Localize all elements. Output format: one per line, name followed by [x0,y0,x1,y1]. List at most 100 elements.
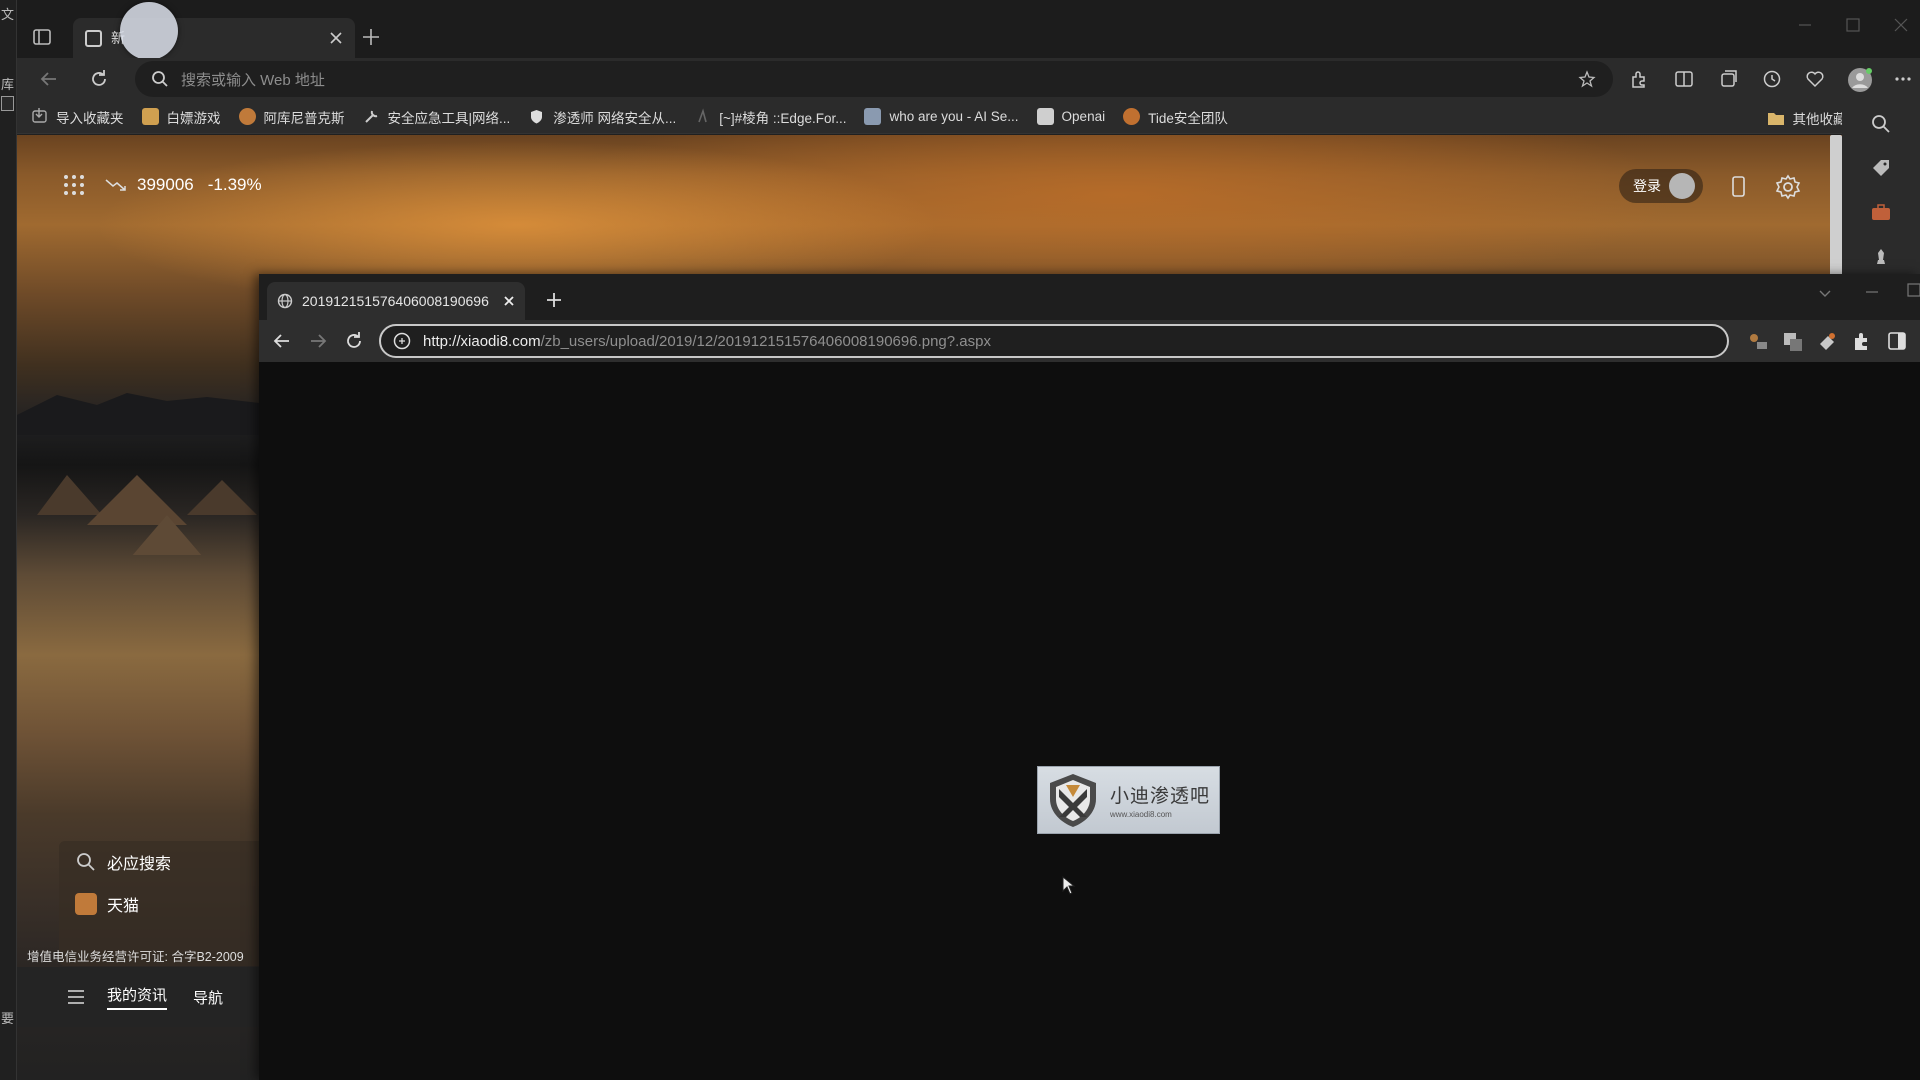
performance-heart-icon[interactable] [1803,67,1827,91]
logo-sub-text: www.xiaodi8.com [1110,810,1172,819]
search-icon [152,71,168,87]
landscape-background [17,393,277,555]
desktop-icon[interactable] [1,96,14,111]
desktop-char-2: 库 [1,78,15,93]
site-icon [238,108,256,125]
bookmark-label: who are you - AI Se... [889,109,1019,124]
collections-icon[interactable] [1717,67,1741,91]
chrome-active-tab[interactable]: 20191215157640600819069​6 [267,282,525,320]
ai-icon [864,108,882,125]
bookmark-label: 白嫖游戏 [166,110,221,126]
maximize-icon[interactable] [1906,282,1920,298]
edge-icon [698,108,708,123]
openai-icon [1036,108,1054,125]
bookmark-item[interactable]: 阿库尼普克斯 [238,107,345,127]
extension-key-icon[interactable] [1747,330,1769,352]
search-icon [77,853,95,871]
globe-icon [277,293,293,309]
quicklink-label: 必应搜索 [107,856,172,873]
bookmark-label: 阿库尼普克斯 [263,110,345,126]
history-icon[interactable] [1760,67,1784,91]
bookmark-label: [~]#棱角 ::Edge.For... [719,110,847,126]
side-panel-icon[interactable] [1886,330,1908,352]
translate-icon[interactable] [1782,330,1804,352]
minimize-icon[interactable] [1864,284,1880,300]
game-icon [141,108,159,125]
license-text[interactable]: 增值电信业务经营许可证: 合字B2-2009 [27,946,244,965]
bookmark-item[interactable]: 导入收藏夹 [31,107,124,127]
bookmark-item[interactable]: Openai [1036,108,1105,125]
quicklink-tmall[interactable]: 天猫 [59,883,274,925]
tab-actions-icon[interactable] [31,26,53,48]
shield-logo-icon [1050,774,1096,827]
tide-icon [1123,108,1141,125]
bookmark-item[interactable]: [~]#棱角 ::Edge.For... [694,107,846,127]
login-button[interactable]: 登录 [1619,169,1703,203]
hamburger-menu-icon[interactable] [67,989,85,1005]
xiaodi8-logo-image[interactable]: 小迪渗透吧 www.xiaodi8.com [1037,766,1220,834]
quicklink-bing[interactable]: 必应搜索 [59,841,274,883]
bookmark-label: 导入收藏夹 [56,110,124,126]
refresh-icon[interactable] [87,67,111,91]
bookmark-item[interactable]: 渗透师 网络安全从... [528,107,676,127]
url-path: /zb_users/upload/2019/12/201912151576406… [540,332,991,350]
bookmark-label: Tide安全团队 [1148,110,1228,126]
app-launcher-grid-icon[interactable] [63,174,85,196]
edge-active-tab[interactable]: 新 [73,2,355,60]
bookmark-label: 渗透师 网络安全从... [553,110,677,126]
games-chess-icon[interactable] [1869,244,1893,268]
chrome-omnibox[interactable]: http://xiaodi8.com/zb_users/upload/2019/… [379,324,1729,358]
ntp-bottom-nav: 我的资讯 导航 [17,967,277,1027]
logo-main-text: 小迪渗透吧 [1110,785,1211,807]
bookmark-item[interactable]: who are you - AI Se... [864,108,1019,125]
avatar [1669,173,1695,199]
bookmark-item[interactable]: Tide安全团队 [1123,107,1228,127]
mouse-pointer-icon [1062,876,1076,895]
extensions-puzzle-icon[interactable] [1851,330,1873,352]
tab-my-feed[interactable]: 我的资讯 [107,984,168,1010]
tab-navigation[interactable]: 导航 [193,987,223,1008]
maximize-icon[interactable] [1844,16,1862,34]
extension-eraser-icon[interactable] [1816,330,1838,352]
tools-briefcase-icon[interactable] [1869,200,1893,224]
bookmark-item[interactable]: 白嫖游戏 [141,107,221,127]
tool-icon [364,110,377,123]
newtab-page-icon [85,29,102,47]
url-text: http://xiaodi8.com/zb_users/upload/2019/… [423,333,991,350]
mobile-icon[interactable] [1727,175,1749,199]
close-tab-icon[interactable] [327,29,345,47]
desktop-char-3: 要 [1,1012,15,1027]
close-tab-icon[interactable] [501,293,517,309]
quicklink-label: 天猫 [107,898,140,915]
edge-window-controls [1796,16,1910,34]
split-screen-icon[interactable] [1672,67,1696,91]
edge-address-bar[interactable]: 搜索或输入 Web 地址 [135,61,1613,97]
close-window-icon[interactable] [1892,16,1910,34]
new-tab-plus-icon[interactable] [360,26,382,48]
profile-avatar-icon[interactable] [1847,67,1872,92]
forward-arrow-icon[interactable] [307,330,329,352]
chevron-down-icon[interactable] [1816,284,1834,302]
extensions-icon[interactable] [1627,67,1651,91]
chrome-tab-title: 20191215157640600819069​6 [302,293,489,309]
desktop-edge-strip: 文 库 要 [0,0,17,1080]
stock-value[interactable]: 399006 [137,175,194,195]
back-arrow-icon[interactable] [37,67,61,91]
trend-down-icon [105,179,126,191]
refresh-icon[interactable] [343,330,365,352]
chrome-browser-window: 20191215157640600819069​6 http://xiaodi8… [259,274,1920,1080]
more-menu-icon[interactable] [1891,67,1915,91]
bookmark-item[interactable]: 安全应急工具|网络... [363,107,510,127]
site-info-icon[interactable] [393,332,411,350]
logo-text: 小迪渗透吧 www.xiaodi8.com [1110,781,1210,819]
ntp-top-left: 399006 -1.39% [63,174,262,196]
chrome-tabstrip: 20191215157640600819069​6 [259,274,1920,320]
settings-gear-icon[interactable] [1775,174,1801,200]
back-arrow-icon[interactable] [271,330,293,352]
shopping-tag-icon[interactable] [1869,156,1893,180]
add-favorite-star-icon[interactable] [1577,69,1599,91]
click-indicator-icon [120,2,178,60]
minimize-icon[interactable] [1796,16,1814,34]
new-tab-plus-icon[interactable] [544,290,564,310]
search-icon[interactable] [1869,112,1893,136]
